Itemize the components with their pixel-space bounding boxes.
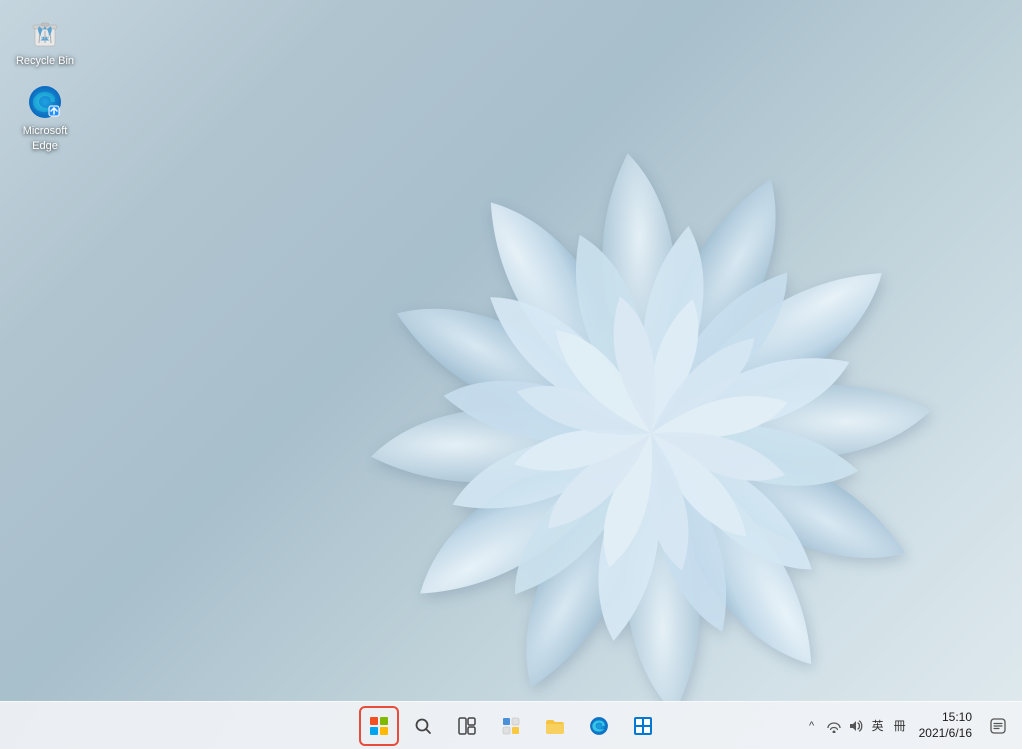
- desktop-icons-area: Recycle Bin: [10, 10, 80, 157]
- taskbar-center: [359, 706, 663, 746]
- volume-icon[interactable]: [847, 717, 865, 735]
- recycle-bin-image: [27, 14, 63, 50]
- recycle-bin-label: Recycle Bin: [16, 54, 74, 68]
- taskbar-edge-button[interactable]: [579, 706, 619, 746]
- task-view-button[interactable]: [447, 706, 487, 746]
- recycle-bin-icon[interactable]: Recycle Bin: [10, 10, 80, 72]
- network-icon-svg: [826, 719, 842, 733]
- network-icon[interactable]: [825, 717, 843, 735]
- wallpaper: [301, 60, 1001, 749]
- windows-logo: [370, 717, 388, 735]
- microsoft-edge-icon[interactable]: Microsoft Edge: [10, 80, 80, 157]
- system-tray: ^ 英 冊: [803, 706, 1022, 746]
- store-icon: [633, 716, 653, 736]
- windows-logo-bl: [370, 727, 378, 735]
- edge-image: [27, 84, 63, 120]
- taskbar-edge-icon: [589, 716, 609, 736]
- clock-area[interactable]: 15:10 2021/6/16: [913, 708, 978, 743]
- show-hidden-icons-button[interactable]: ^: [803, 717, 821, 735]
- clock-time: 15:10: [942, 710, 972, 726]
- input-method-icon[interactable]: 英: [869, 717, 887, 735]
- volume-icon-svg: [848, 719, 864, 733]
- notification-button[interactable]: [982, 706, 1014, 746]
- edge-label: Microsoft Edge: [14, 124, 76, 153]
- search-icon: [414, 717, 432, 735]
- notification-icon: [990, 718, 1006, 734]
- language-icon[interactable]: 冊: [891, 717, 909, 735]
- search-button[interactable]: [403, 706, 443, 746]
- widgets-button[interactable]: [491, 706, 531, 746]
- store-button[interactable]: [623, 706, 663, 746]
- windows-logo-br: [380, 727, 388, 735]
- start-button[interactable]: [359, 706, 399, 746]
- file-explorer-button[interactable]: [535, 706, 575, 746]
- clock-date: 2021/6/16: [919, 726, 972, 742]
- widgets-icon: [502, 717, 520, 735]
- file-explorer-icon: [545, 717, 565, 735]
- taskbar: ^ 英 冊: [0, 701, 1022, 749]
- windows-logo-tl: [370, 717, 378, 725]
- desktop: Recycle Bin: [0, 0, 1022, 749]
- task-view-icon: [458, 717, 476, 735]
- windows-logo-tr: [380, 717, 388, 725]
